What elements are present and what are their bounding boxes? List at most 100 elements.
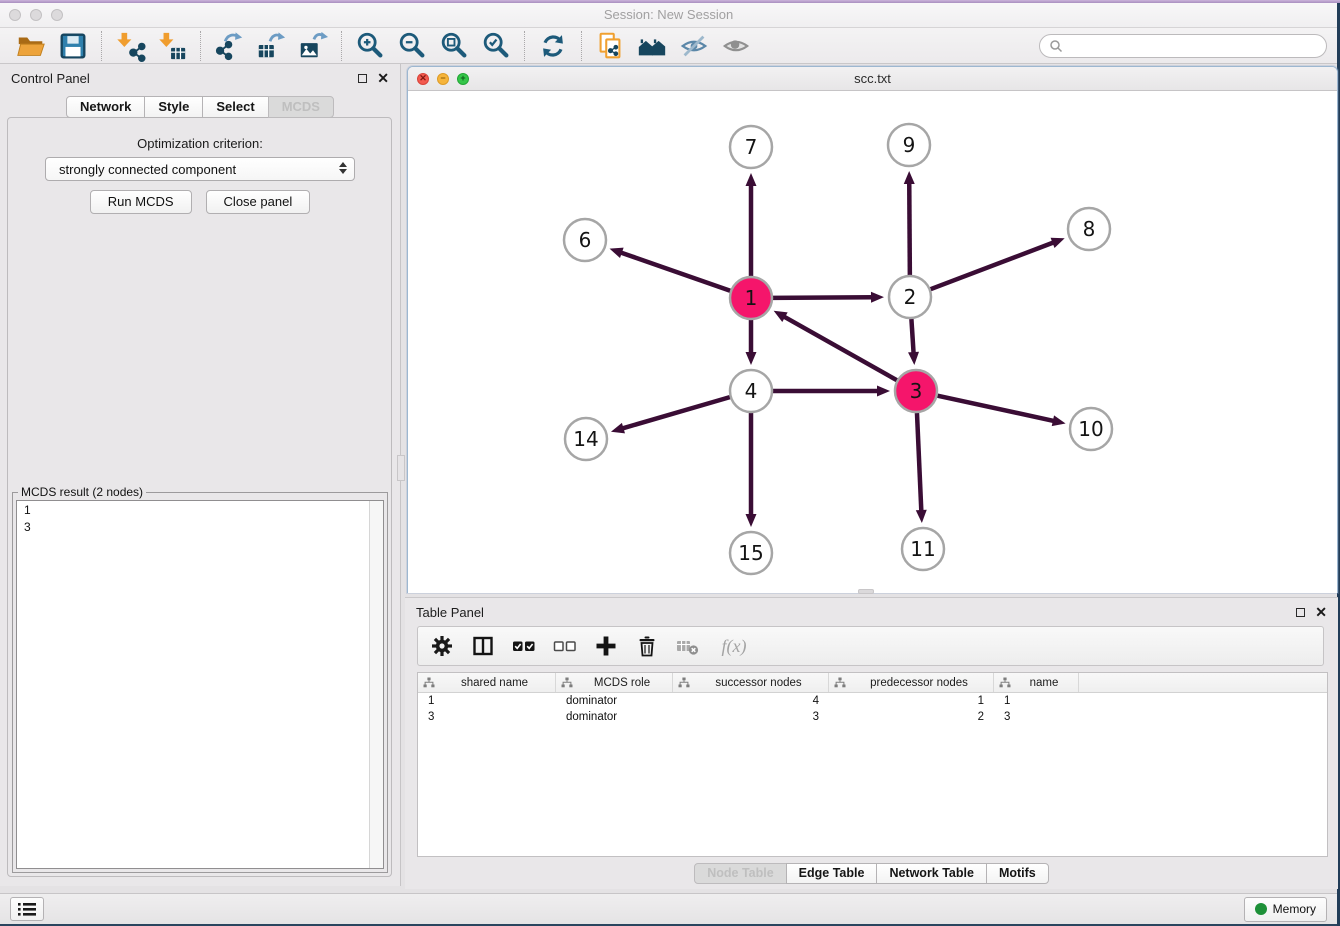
deselect-all-checkboxes-icon[interactable] — [553, 634, 577, 658]
column-header-predecessor-nodes[interactable]: predecessor nodes — [829, 673, 994, 692]
vertical-resize-grip[interactable] — [397, 455, 405, 481]
network-canvas[interactable]: 1 2 3 4 6 7 8 9 10 11 14 15 — [408, 91, 1337, 593]
table-row[interactable]: 3dominator323 — [418, 709, 1327, 725]
cell-shared-name[interactable]: 1 — [418, 695, 556, 707]
close-table-panel-icon[interactable]: ✕ — [1315, 605, 1327, 619]
delete-row-icon[interactable] — [635, 634, 659, 658]
select-all-checkboxes-icon[interactable] — [512, 634, 536, 658]
run-mcds-button[interactable]: Run MCDS — [90, 190, 192, 214]
edge-1-to-7[interactable] — [746, 173, 757, 276]
tab-mcds[interactable]: MCDS — [268, 96, 334, 118]
save-session-icon[interactable] — [52, 29, 94, 63]
close-panel-button[interactable]: Close panel — [206, 190, 311, 214]
export-table-icon[interactable] — [250, 29, 292, 63]
node-15[interactable]: 15 — [730, 532, 772, 574]
zoom-selected-icon[interactable] — [475, 29, 517, 63]
task-history-button[interactable] — [10, 897, 44, 921]
node-table[interactable]: shared nameMCDS rolesuccessor nodesprede… — [417, 672, 1328, 857]
search-input[interactable] — [1068, 37, 1317, 54]
float-panel-icon[interactable] — [358, 74, 367, 83]
network-close-button[interactable]: ✕ — [417, 73, 429, 85]
cell-name[interactable]: 3 — [994, 711, 1079, 723]
cell-predecessor-nodes[interactable]: 2 — [829, 711, 994, 723]
node-2[interactable]: 2 — [889, 276, 931, 318]
node-3-dominator[interactable]: 3 — [895, 370, 937, 412]
cell-successor-nodes[interactable]: 3 — [673, 711, 829, 723]
add-row-icon[interactable] — [594, 634, 618, 658]
tab-network[interactable]: Network — [66, 96, 145, 118]
column-header-name[interactable]: name — [994, 673, 1079, 692]
column-header-mcds-role[interactable]: MCDS role — [556, 673, 673, 692]
cell-predecessor-nodes[interactable]: 1 — [829, 695, 994, 707]
cell-mcds-role[interactable]: dominator — [556, 695, 673, 707]
node-7[interactable]: 7 — [730, 126, 772, 168]
delete-table-icon[interactable] — [676, 634, 700, 658]
tab-motifs[interactable]: Motifs — [986, 863, 1049, 884]
network-maximize-button[interactable]: + — [457, 73, 469, 85]
edge-3-to-1[interactable] — [774, 311, 897, 380]
refresh-view-icon[interactable] — [532, 29, 574, 63]
criterion-dropdown[interactable]: strongly connected component — [45, 157, 355, 181]
column-header-successor-nodes[interactable]: successor nodes — [673, 673, 829, 692]
node-4[interactable]: 4 — [730, 370, 772, 412]
column-header-shared-name[interactable]: shared name — [418, 673, 556, 692]
birdseye-houses-icon[interactable] — [631, 29, 673, 63]
control-panel-header: Control Panel ✕ — [0, 64, 400, 92]
edge-4-to-15[interactable] — [746, 413, 757, 527]
mcds-result-title: MCDS result (2 nodes) — [18, 485, 146, 499]
import-table-icon[interactable] — [151, 29, 193, 63]
memory-button[interactable]: Memory — [1244, 897, 1327, 922]
node-6[interactable]: 6 — [564, 219, 606, 261]
zoom-out-icon[interactable] — [391, 29, 433, 63]
node-14[interactable]: 14 — [565, 418, 607, 460]
cell-mcds-role[interactable]: dominator — [556, 711, 673, 723]
zoom-in-icon[interactable] — [349, 29, 391, 63]
float-table-panel-icon[interactable] — [1296, 608, 1305, 617]
edge-1-to-4[interactable] — [746, 320, 757, 365]
apply-function-icon[interactable]: f(x) — [717, 634, 751, 658]
tab-style[interactable]: Style — [144, 96, 203, 118]
list-icon — [17, 901, 37, 918]
clone-network-icon[interactable] — [589, 29, 631, 63]
edge-2-to-9[interactable] — [904, 171, 915, 275]
node-9[interactable]: 9 — [888, 124, 930, 166]
edge-4-to-3[interactable] — [773, 386, 890, 397]
show-graphics-details-icon[interactable] — [715, 29, 757, 63]
close-panel-icon[interactable]: ✕ — [377, 71, 389, 85]
open-session-icon[interactable] — [10, 29, 52, 63]
node-10[interactable]: 10 — [1070, 408, 1112, 450]
toggle-columns-icon[interactable] — [471, 634, 495, 658]
network-window-titlebar: ✕ − + scc.txt — [408, 67, 1337, 91]
settings-icon[interactable] — [430, 634, 454, 658]
import-network-icon[interactable] — [109, 29, 151, 63]
cell-shared-name[interactable]: 3 — [418, 711, 556, 723]
horizontal-resize-grip[interactable] — [858, 589, 874, 594]
hide-graphics-details-icon[interactable] — [673, 29, 715, 63]
edge-1-to-2[interactable] — [773, 292, 884, 303]
result-scrollbar[interactable] — [369, 501, 383, 868]
zoom-fit-icon[interactable] — [433, 29, 475, 63]
table-tabs: Node TableEdge TableNetwork TableMotifs — [405, 863, 1338, 884]
tab-edge-table[interactable]: Edge Table — [786, 863, 878, 884]
edge-3-to-11[interactable] — [916, 413, 927, 523]
network-minimize-button[interactable]: − — [437, 73, 449, 85]
node-8[interactable]: 8 — [1068, 208, 1110, 250]
tab-select[interactable]: Select — [202, 96, 268, 118]
edge-2-to-3[interactable] — [908, 319, 919, 365]
node-11[interactable]: 11 — [902, 528, 944, 570]
node-1-dominator[interactable]: 1 — [730, 277, 772, 319]
edge-4-to-14[interactable] — [611, 397, 730, 433]
tab-network-table[interactable]: Network Table — [876, 863, 987, 884]
svg-text:15: 15 — [738, 541, 763, 565]
edge-1-to-6[interactable] — [610, 248, 731, 291]
export-network-icon[interactable] — [208, 29, 250, 63]
cell-successor-nodes[interactable]: 4 — [673, 695, 829, 707]
table-row[interactable]: 1dominator411 — [418, 693, 1327, 709]
edge-2-to-8[interactable] — [931, 238, 1065, 289]
criterion-dropdown-value: strongly connected component — [59, 162, 236, 177]
export-image-icon[interactable] — [292, 29, 334, 63]
window-title: Session: New Session — [0, 7, 1337, 22]
cell-name[interactable]: 1 — [994, 695, 1079, 707]
tab-node-table[interactable]: Node Table — [694, 863, 786, 884]
edge-3-to-10[interactable] — [937, 396, 1065, 426]
